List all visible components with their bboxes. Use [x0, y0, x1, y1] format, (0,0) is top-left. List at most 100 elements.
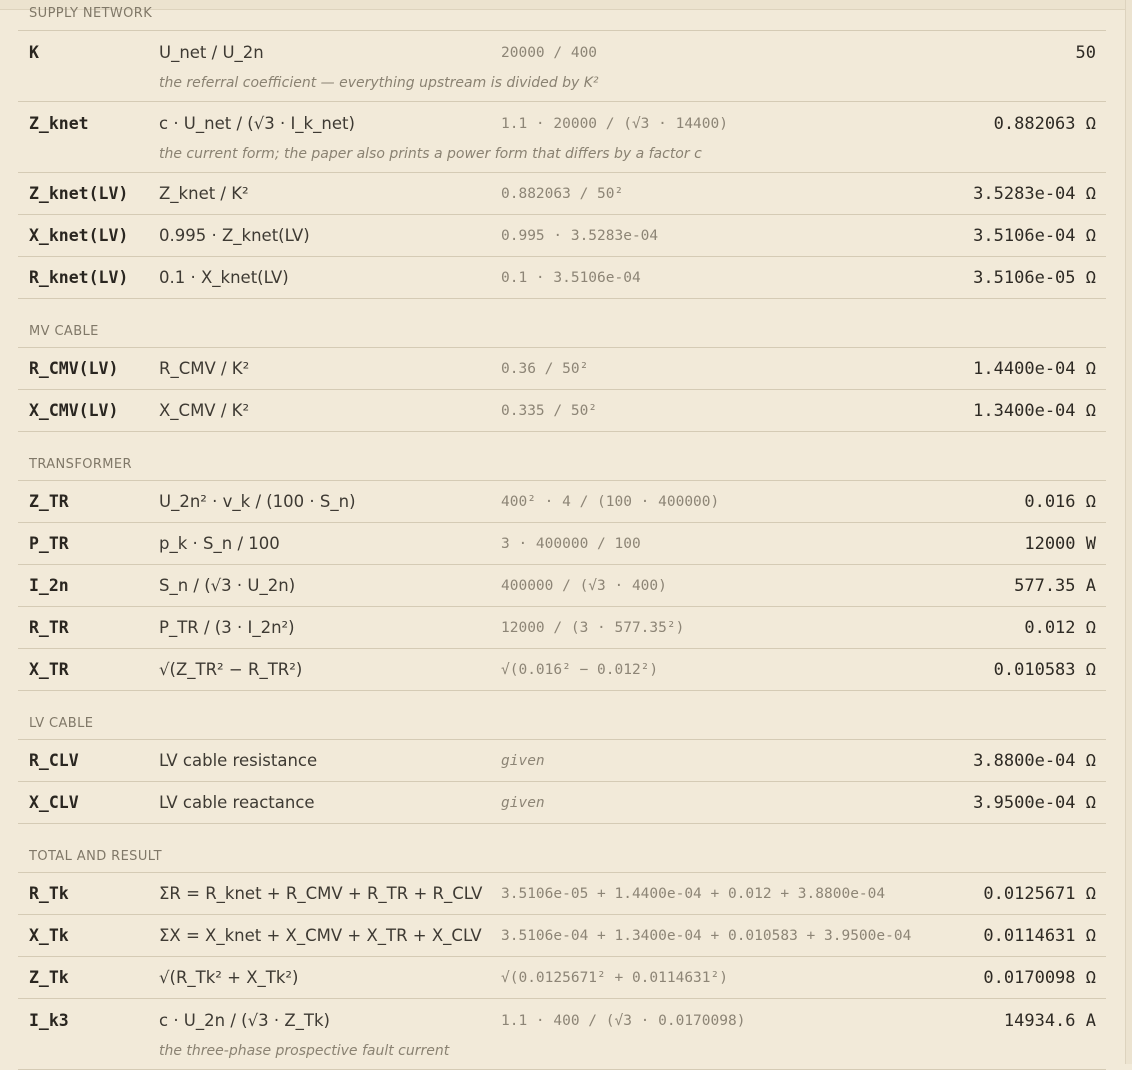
- substitution: 400² · 4 / (100 · 400000): [501, 493, 720, 510]
- result-value: 0.010583 Ω: [993, 659, 1096, 680]
- result-value: 3.9500e-04 Ω: [973, 792, 1096, 813]
- substitution: given: [501, 752, 545, 769]
- result-value: 0.0114631 Ω: [983, 925, 1096, 946]
- symbol: Z_Tk: [29, 968, 69, 987]
- section-header-lv-cable: LV CABLE: [18, 691, 1106, 740]
- formula: c · U_2n / (√3 · Z_Tk): [159, 1011, 330, 1030]
- symbol: R_CMV(LV): [29, 359, 119, 378]
- symbol: Z_TR: [29, 492, 69, 511]
- symbol: I_k3: [29, 1011, 69, 1030]
- formula: P_TR / (3 · I_2n²): [159, 618, 295, 637]
- calc-row-r-knet-lv: R_knet(LV) 0.1 · X_knet(LV) 0.1 · 3.5106…: [18, 257, 1106, 299]
- section-header-mv-cable: MV CABLE: [18, 299, 1106, 348]
- section-header-transformer: TRANSFORMER: [18, 432, 1106, 481]
- substitution: 3.5106e-04 + 1.3400e-04 + 0.010583 + 3.9…: [501, 927, 912, 944]
- result-value: 0.882063 Ω: [993, 113, 1096, 134]
- formula: S_n / (√3 · U_2n): [159, 576, 296, 595]
- substitution: √(0.016² − 0.012²): [501, 661, 659, 678]
- result-value: 14934.6 A: [1003, 1010, 1096, 1031]
- calc-row-z-knet: Z_knet c · U_net / (√3 · I_k_net) 1.1 · …: [18, 102, 1106, 173]
- section-title: SUPPLY NETWORK: [29, 6, 153, 21]
- formula: √(Z_TR² − R_TR²): [159, 660, 303, 679]
- formula: 0.995 · Z_knet(LV): [159, 226, 310, 245]
- formula: √(R_Tk² + X_Tk²): [159, 968, 299, 987]
- calc-row-i-2n: I_2n S_n / (√3 · U_2n) 400000 / (√3 · 40…: [18, 565, 1106, 607]
- section-header-supply-network: SUPPLY NETWORK: [18, 0, 1106, 31]
- calc-row-x-tr: X_TR √(Z_TR² − R_TR²) √(0.016² − 0.012²)…: [18, 649, 1106, 691]
- substitution: 1.1 · 20000 / (√3 · 14400): [501, 115, 728, 132]
- substitution: 3.5106e-05 + 1.4400e-04 + 0.012 + 3.8800…: [501, 885, 886, 902]
- formula: c · U_net / (√3 · I_k_net): [159, 114, 355, 133]
- result-value: 12000 W: [1024, 533, 1096, 554]
- symbol: X_knet(LV): [29, 226, 129, 245]
- symbol: R_TR: [29, 618, 69, 637]
- formula: ΣX = X_knet + X_CMV + X_TR + X_CLV: [159, 926, 482, 945]
- symbol: X_TR: [29, 660, 69, 679]
- formula: X_CMV / K²: [159, 401, 250, 420]
- substitution: 0.995 · 3.5283e-04: [501, 227, 659, 244]
- scrollbar[interactable]: [1125, 0, 1132, 1064]
- calc-row-z-tr: Z_TR U_2n² · v_k / (100 · S_n) 400² · 4 …: [18, 481, 1106, 523]
- substitution: 1.1 · 400 / (√3 · 0.0170098): [501, 1012, 746, 1029]
- calc-row-r-cmv-lv: R_CMV(LV) R_CMV / K² 0.36 / 50² 1.4400e-…: [18, 348, 1106, 390]
- substitution: √(0.0125671² + 0.0114631²): [501, 969, 728, 986]
- symbol: K: [29, 43, 39, 62]
- row-note: the current form; the paper also prints …: [159, 146, 702, 162]
- calc-row-z-tk: Z_Tk √(R_Tk² + X_Tk²) √(0.0125671² + 0.0…: [18, 957, 1106, 999]
- result-value: 1.3400e-04 Ω: [973, 400, 1096, 421]
- formula: U_net / U_2n: [159, 43, 264, 62]
- calc-row-i-k3: I_k3 c · U_2n / (√3 · Z_Tk) 1.1 · 400 / …: [18, 999, 1106, 1070]
- substitution: 0.335 / 50²: [501, 402, 598, 419]
- substitution: 0.36 / 50²: [501, 360, 589, 377]
- symbol: R_Tk: [29, 884, 69, 903]
- formula: LV cable reactance: [159, 793, 315, 812]
- result-value: 3.5283e-04 Ω: [973, 183, 1096, 204]
- row-note: the three-phase prospective fault curren…: [159, 1043, 450, 1059]
- row-note: the referral coefficient — everything up…: [159, 75, 599, 91]
- calc-row-z-knet-lv: Z_knet(LV) Z_knet / K² 0.882063 / 50² 3.…: [18, 173, 1106, 215]
- symbol: P_TR: [29, 534, 69, 553]
- symbol: R_knet(LV): [29, 268, 129, 287]
- formula: R_CMV / K²: [159, 359, 250, 378]
- substitution: 12000 / (3 · 577.35²): [501, 619, 685, 636]
- section-title: MV CABLE: [29, 324, 99, 339]
- substitution: 0.882063 / 50²: [501, 185, 624, 202]
- section-title: TOTAL AND RESULT: [29, 849, 162, 864]
- symbol: X_CLV: [29, 793, 79, 812]
- calc-row-k: K U_net / U_2n 20000 / 400 50 the referr…: [18, 31, 1106, 102]
- calc-row-r-tr: R_TR P_TR / (3 · I_2n²) 12000 / (3 · 577…: [18, 607, 1106, 649]
- symbol: Z_knet(LV): [29, 184, 129, 203]
- symbol: R_CLV: [29, 751, 79, 770]
- formula: ΣR = R_knet + R_CMV + R_TR + R_CLV: [159, 884, 483, 903]
- symbol: X_CMV(LV): [29, 401, 119, 420]
- calc-row-x-clv: X_CLV LV cable reactance given 3.9500e-0…: [18, 782, 1106, 824]
- result-value: 3.5106e-04 Ω: [973, 225, 1096, 246]
- formula: LV cable resistance: [159, 751, 318, 770]
- result-value: 50: [1075, 42, 1096, 63]
- result-value: 1.4400e-04 Ω: [973, 358, 1096, 379]
- calc-row-x-tk: X_Tk ΣX = X_knet + X_CMV + X_TR + X_CLV …: [18, 915, 1106, 957]
- calculation-sheet: SUPPLY NETWORK K U_net / U_2n 20000 / 40…: [18, 0, 1106, 1070]
- calc-row-p-tr: P_TR p_k · S_n / 100 3 · 400000 / 100 12…: [18, 523, 1106, 565]
- formula: 0.1 · X_knet(LV): [159, 268, 289, 287]
- symbol: X_Tk: [29, 926, 69, 945]
- substitution: given: [501, 794, 545, 811]
- calc-row-x-knet-lv: X_knet(LV) 0.995 · Z_knet(LV) 0.995 · 3.…: [18, 215, 1106, 257]
- substitution: 400000 / (√3 · 400): [501, 577, 667, 594]
- section-title: LV CABLE: [29, 716, 94, 731]
- symbol: I_2n: [29, 576, 69, 595]
- substitution: 20000 / 400: [501, 44, 598, 61]
- result-value: 0.0170098 Ω: [983, 967, 1096, 988]
- result-value: 3.8800e-04 Ω: [973, 750, 1096, 771]
- formula: p_k · S_n / 100: [159, 534, 280, 553]
- result-value: 0.012 Ω: [1024, 617, 1096, 638]
- calc-row-x-cmv-lv: X_CMV(LV) X_CMV / K² 0.335 / 50² 1.3400e…: [18, 390, 1106, 432]
- formula: U_2n² · v_k / (100 · S_n): [159, 492, 356, 511]
- symbol: Z_knet: [29, 114, 89, 133]
- calc-row-r-clv: R_CLV LV cable resistance given 3.8800e-…: [18, 740, 1106, 782]
- calc-row-r-tk: R_Tk ΣR = R_knet + R_CMV + R_TR + R_CLV …: [18, 873, 1106, 915]
- section-title: TRANSFORMER: [29, 457, 132, 472]
- substitution: 3 · 400000 / 100: [501, 535, 641, 552]
- result-value: 3.5106e-05 Ω: [973, 267, 1096, 288]
- result-value: 0.0125671 Ω: [983, 883, 1096, 904]
